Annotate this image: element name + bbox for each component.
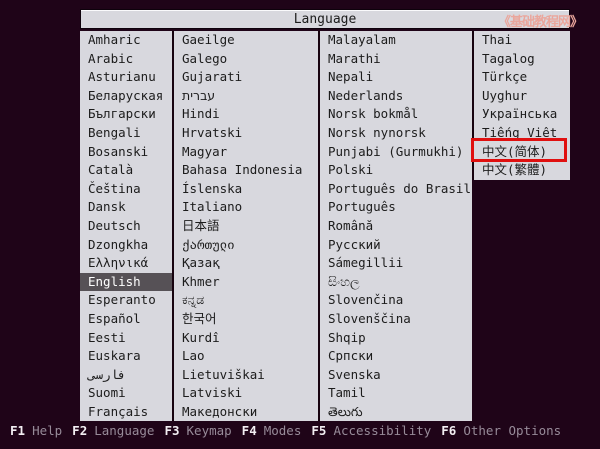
language-item[interactable]: 한국어 xyxy=(174,310,318,329)
language-item[interactable]: Malayalam xyxy=(320,31,472,50)
language-item[interactable]: Asturianu xyxy=(80,68,172,87)
red-annotation-box xyxy=(471,138,567,162)
language-item[interactable]: Marathi xyxy=(320,50,472,69)
fkey-label: F2 xyxy=(72,423,87,438)
language-item[interactable]: עברית xyxy=(174,87,318,106)
language-list: AmharicArabicAsturianuБеларускаяБългарск… xyxy=(80,31,570,421)
fkey-accessibility[interactable]: F5Accessibility xyxy=(311,423,431,441)
language-item[interactable]: ქართული xyxy=(174,236,318,255)
language-item[interactable]: Norsk nynorsk xyxy=(320,124,472,143)
language-item[interactable]: Uyghur xyxy=(474,87,570,106)
language-item[interactable]: Latviski xyxy=(174,384,318,403)
fkey-modes[interactable]: F4Modes xyxy=(242,423,302,441)
language-item[interactable]: Català xyxy=(80,161,172,180)
language-item[interactable]: Bosanski xyxy=(80,143,172,162)
language-item[interactable]: Беларуская xyxy=(80,87,172,106)
language-item[interactable]: Slovenščina xyxy=(320,310,472,329)
fkey-other-options[interactable]: F6Other Options xyxy=(441,423,561,441)
dialog-titlebar: Language xyxy=(80,9,570,29)
language-item[interactable]: Български xyxy=(80,105,172,124)
language-item[interactable]: Slovenčina xyxy=(320,291,472,310)
language-item[interactable]: Sámegillii xyxy=(320,254,472,273)
language-item[interactable]: Русский xyxy=(320,236,472,255)
fkey-help[interactable]: F1Help xyxy=(10,423,62,441)
language-item[interactable]: Dansk xyxy=(80,198,172,217)
language-item[interactable]: Punjabi (Gurmukhi) xyxy=(320,143,472,162)
language-item[interactable]: తెలుగు xyxy=(320,403,472,422)
language-item[interactable]: Thai xyxy=(474,31,570,50)
language-item[interactable]: Shqip xyxy=(320,329,472,348)
language-item[interactable]: Íslenska xyxy=(174,180,318,199)
language-item[interactable]: Amharic xyxy=(80,31,172,50)
language-item[interactable]: Nepali xyxy=(320,68,472,87)
language-item[interactable]: Қазақ xyxy=(174,254,318,273)
language-item[interactable]: Italiano xyxy=(174,198,318,217)
language-item[interactable]: English xyxy=(80,273,172,292)
language-column: MalayalamMarathiNepaliNederlandsNorsk bo… xyxy=(318,31,472,421)
fkey-label: F1 xyxy=(10,423,25,438)
language-item[interactable]: Македонски xyxy=(174,403,318,422)
language-item[interactable]: Esperanto xyxy=(80,291,172,310)
language-item[interactable]: Gujarati xyxy=(174,68,318,87)
language-item[interactable]: Français xyxy=(80,403,172,422)
fkey-label: F6 xyxy=(441,423,456,438)
language-item[interactable]: Українська xyxy=(474,105,570,124)
language-item[interactable]: Nederlands xyxy=(320,87,472,106)
language-item[interactable]: فارسی xyxy=(80,366,172,385)
language-item[interactable]: 中文(繁體) xyxy=(474,161,570,180)
language-column: GaeilgeGalegoGujaratiעבריתHindiHrvatskiM… xyxy=(172,31,318,421)
language-item[interactable]: Bengali xyxy=(80,124,172,143)
dialog-title: Language xyxy=(294,12,357,27)
fkey-label: F5 xyxy=(311,423,326,438)
language-item[interactable]: Čeština xyxy=(80,180,172,199)
language-item[interactable]: Eesti xyxy=(80,329,172,348)
language-item[interactable]: Deutsch xyxy=(80,217,172,236)
language-item[interactable]: Dzongkha xyxy=(80,236,172,255)
language-item[interactable]: Norsk bokmål xyxy=(320,105,472,124)
language-item[interactable]: Tagalog xyxy=(474,50,570,69)
language-item[interactable]: Hindi xyxy=(174,105,318,124)
language-item[interactable]: Gaeilge xyxy=(174,31,318,50)
language-item[interactable]: ಕನ್ನಡ xyxy=(174,291,318,310)
language-item[interactable]: Türkçe xyxy=(474,68,570,87)
language-item[interactable]: Kurdî xyxy=(174,329,318,348)
language-item[interactable]: Español xyxy=(80,310,172,329)
language-item[interactable]: Khmer xyxy=(174,273,318,292)
language-item[interactable]: සිංහල xyxy=(320,273,472,292)
language-item[interactable]: Tamil xyxy=(320,384,472,403)
language-item[interactable]: Lao xyxy=(174,347,318,366)
language-column: AmharicArabicAsturianuБеларускаяБългарск… xyxy=(80,31,172,421)
language-item[interactable]: Português xyxy=(320,198,472,217)
fkey-label: F3 xyxy=(164,423,179,438)
function-key-bar: F1Help F2Language F3Keymap F4Modes F5Acc… xyxy=(10,423,561,441)
language-item[interactable]: Română xyxy=(320,217,472,236)
language-item[interactable]: Hrvatski xyxy=(174,124,318,143)
language-item[interactable]: Euskara xyxy=(80,347,172,366)
language-item[interactable]: Ελληνικά xyxy=(80,254,172,273)
language-item[interactable]: 日本語 xyxy=(174,217,318,236)
language-item[interactable]: Arabic xyxy=(80,50,172,69)
language-item[interactable]: Português do Brasil xyxy=(320,180,472,199)
language-item[interactable]: Magyar xyxy=(174,143,318,162)
language-item[interactable]: Svenska xyxy=(320,366,472,385)
language-item[interactable]: Polski xyxy=(320,161,472,180)
fkey-keymap[interactable]: F3Keymap xyxy=(164,423,231,441)
language-item[interactable]: Lietuviškai xyxy=(174,366,318,385)
fkey-label: F4 xyxy=(242,423,257,438)
watermark-text: 《基础教程网》 xyxy=(498,11,582,30)
language-item[interactable]: Suomi xyxy=(80,384,172,403)
language-item[interactable]: Српски xyxy=(320,347,472,366)
fkey-language[interactable]: F2Language xyxy=(72,423,154,441)
language-item[interactable]: Galego xyxy=(174,50,318,69)
language-item[interactable]: Bahasa Indonesia xyxy=(174,161,318,180)
